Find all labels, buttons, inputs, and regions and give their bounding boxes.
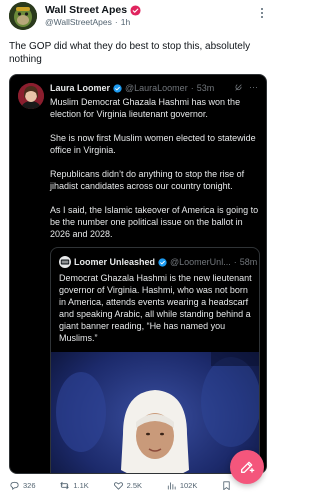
nested-author-handle[interactable]: @LoomerUnl... [170, 257, 231, 267]
nested-author-line: Loomer Unleashed @LoomerUnl... · 58m [59, 256, 257, 268]
post-time[interactable]: 1h [121, 17, 130, 27]
separator-dot: · [233, 257, 237, 267]
quote-paragraph: Republicans didn’t do anything to stop t… [50, 169, 245, 191]
quote-paragraph: She is now first Muslim women elected to… [50, 133, 256, 155]
nested-quote-photo[interactable] [51, 352, 259, 473]
repost-button[interactable]: 1.1K [59, 480, 89, 491]
author-avatar[interactable] [9, 2, 37, 30]
compose-icon [241, 461, 255, 473]
quote-header-icons: ··· [234, 82, 258, 92]
reply-count: 326 [23, 480, 36, 490]
verified-badge-icon [113, 83, 122, 93]
views-button[interactable]: 102K [166, 480, 198, 491]
compose-button[interactable] [230, 450, 264, 484]
quote-time[interactable]: 53m [197, 83, 215, 93]
separator-dot: · [114, 17, 118, 27]
bookmark-button[interactable] [221, 480, 232, 491]
quote-author-name[interactable]: Laura Loomer [50, 83, 110, 93]
like-button[interactable]: 2.5K [113, 480, 142, 491]
quote-author-line: Laura Loomer @LauraLoomer · 53m [50, 83, 214, 93]
bookmark-icon [223, 480, 230, 490]
quote-paragraph: Muslim Democrat Ghazala Hashmi has won t… [50, 97, 241, 119]
nested-time[interactable]: 58m [240, 257, 258, 267]
author-name[interactable]: Wall Street Apes [45, 4, 127, 16]
repost-icon [60, 481, 70, 489]
heart-icon [113, 481, 123, 490]
reply-button[interactable]: 326 [9, 480, 36, 491]
quote-text: Muslim Democrat Ghazala Hashmi has won t… [50, 96, 262, 252]
quote-paragraph: As I said, the Islamic takeover of Ameri… [50, 205, 259, 239]
verified-badge-icon [158, 257, 167, 267]
repost-count: 1.1K [73, 480, 89, 490]
nested-quote-text: Democrat Ghazala Hashmi is the new lieut… [59, 273, 252, 343]
woman-in-headscarf-photo [51, 352, 259, 473]
views-icon [167, 481, 176, 490]
nested-quoted-post[interactable]: Loomer Unleashed @LoomerUnl... · 58m Dem… [50, 247, 260, 473]
more-dots-icon[interactable] [255, 4, 269, 22]
grok-icon[interactable] [234, 83, 243, 92]
views-count: 102K [179, 480, 198, 490]
separator-dot: · [190, 83, 194, 93]
post-header: Wall Street Apes @WallStreetApes · 1h [9, 2, 269, 36]
verified-badge-icon [130, 4, 141, 16]
quote-author-avatar[interactable] [18, 83, 44, 109]
quote-author-handle[interactable]: @LauraLoomer [125, 83, 188, 93]
post-text: The GOP did what they do best to stop th… [9, 41, 251, 65]
like-count: 2.5K [126, 480, 143, 490]
action-bar: 326 1.1K 2.5K 102K [9, 476, 267, 494]
quoted-post[interactable]: Laura Loomer @LauraLoomer · 53m ··· Musl… [9, 74, 267, 474]
author-name-line: Wall Street Apes [45, 4, 141, 16]
author-handle[interactable]: @WallStreetApes [45, 17, 112, 27]
author-handle-line: @WallStreetApes · 1h [45, 17, 130, 27]
more-dots-icon[interactable]: ··· [249, 82, 258, 92]
nested-author-avatar[interactable] [59, 256, 71, 268]
nested-author-name[interactable]: Loomer Unleashed [74, 257, 155, 267]
reply-icon [10, 481, 19, 490]
